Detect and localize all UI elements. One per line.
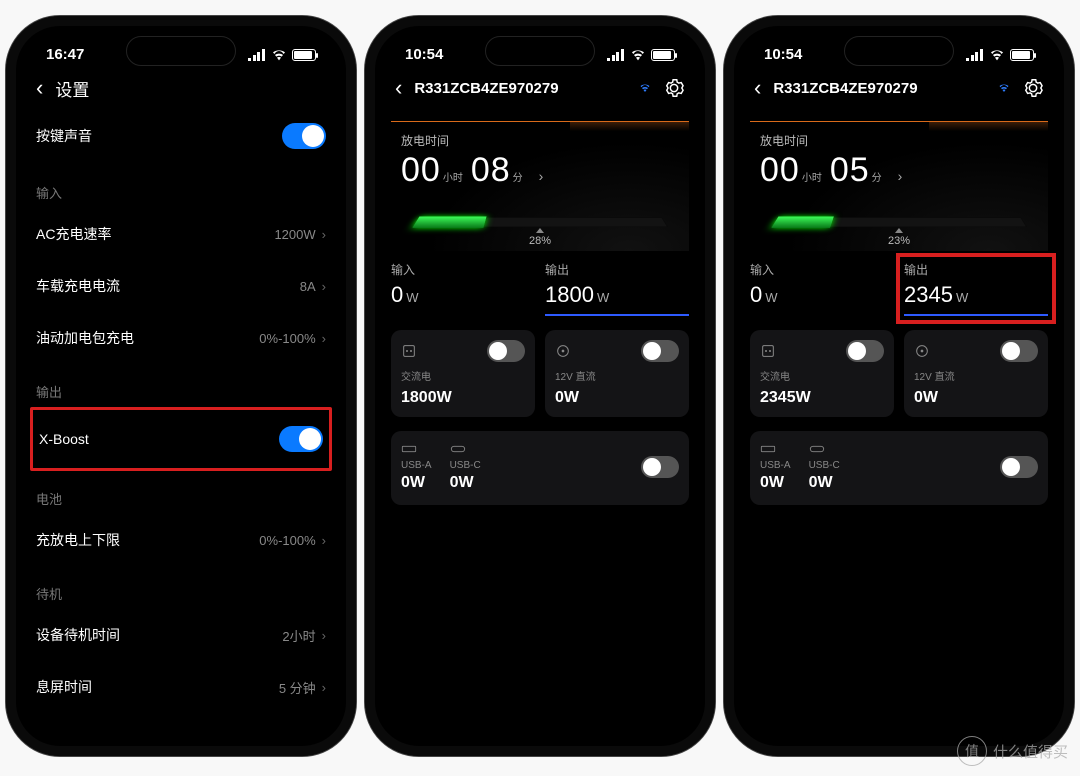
back-icon[interactable]: ‹	[754, 75, 761, 101]
battery-visual	[771, 217, 1027, 227]
highlight-xboost: X-Boost	[30, 407, 332, 471]
back-icon[interactable]: ‹	[36, 75, 43, 101]
section-standby: 待机	[36, 566, 326, 609]
navbar: ‹ R331ZCB4ZE970279	[377, 67, 703, 107]
battery-icon	[651, 49, 675, 61]
car-socket-icon	[914, 343, 930, 359]
toggle-usb[interactable]	[1000, 456, 1038, 478]
plug-icon	[760, 343, 776, 359]
row-xboost[interactable]: X-Boost	[39, 410, 323, 468]
chevron-right-icon: ›	[322, 680, 326, 695]
chevron-right-icon: ›	[322, 227, 326, 242]
usb-c-icon	[450, 441, 466, 457]
battery-visual	[412, 217, 668, 227]
card-dc[interactable]: 12V 直流 0W	[904, 330, 1048, 417]
wifi-icon	[989, 49, 1005, 61]
toggle-dc[interactable]	[641, 340, 679, 362]
notch	[485, 36, 595, 66]
chevron-right-icon: ›	[898, 168, 903, 184]
toggle-dc[interactable]	[1000, 340, 1038, 362]
navbar: ‹ R331ZCB4ZE970279	[736, 67, 1062, 107]
signal-icon	[607, 49, 625, 61]
section-battery: 电池	[36, 471, 326, 514]
toggle-usb[interactable]	[641, 456, 679, 478]
phone-dashboard-a: 10:54 ‹ R331ZCB4ZE970279 放电时间 00小时	[365, 16, 715, 756]
page-title: 设置	[55, 76, 326, 101]
device-name: R331ZCB4ZE970279	[414, 80, 627, 97]
chevron-right-icon: ›	[322, 628, 326, 643]
toggle-sound[interactable]	[282, 123, 326, 149]
card-usb[interactable]: USB-A 0W USB-C 0W	[750, 431, 1048, 505]
toggle-ac[interactable]	[846, 340, 884, 362]
signal-icon	[966, 49, 984, 61]
discharge-label: 放电时间	[391, 122, 689, 151]
usb-a-icon	[401, 441, 417, 457]
usb-a-icon	[760, 441, 776, 457]
phone-dashboard-b: 10:54 ‹ R331ZCB4ZE970279 放电时间 00小时	[724, 16, 1074, 756]
card-usb[interactable]: USB-A 0W USB-C 0W	[391, 431, 689, 505]
row-label: 油动加电包充电	[36, 328, 134, 348]
notch	[844, 36, 954, 66]
wifi-small-icon	[639, 83, 651, 93]
notch	[126, 36, 236, 66]
usb-c-icon	[809, 441, 825, 457]
discharge-timer: 00小时 08分 ›	[391, 151, 689, 190]
watermark-text: 什么值得买	[993, 741, 1068, 762]
gear-icon[interactable]	[663, 77, 685, 99]
battery-icon	[1010, 49, 1034, 61]
watermark-icon: 值	[957, 736, 987, 766]
section-input: 输入	[36, 165, 326, 208]
discharge-hero[interactable]: 放电时间 00小时 08分 › 28%	[391, 121, 689, 251]
chevron-right-icon: ›	[539, 168, 544, 184]
row-charge-limit[interactable]: 充放电上下限 0%-100%›	[36, 514, 326, 566]
card-ac[interactable]: 交流电 2345W	[750, 330, 894, 417]
row-screen-off[interactable]: 息屏时间 5 分钟›	[36, 661, 326, 713]
discharge-hero[interactable]: 放电时间 00小时 05分 › 23%	[750, 121, 1048, 251]
wifi-icon	[630, 49, 646, 61]
phone-settings: 16:47 ‹ 设置 按键声音 输入 AC充电速率 120	[6, 16, 356, 756]
input-box[interactable]: 输入 0W	[750, 261, 894, 316]
row-car-current[interactable]: 车载充电电流 8A›	[36, 260, 326, 312]
battery-icon	[292, 49, 316, 61]
toggle-ac[interactable]	[487, 340, 525, 362]
row-label: AC充电速率	[36, 224, 111, 244]
discharge-label: 放电时间	[750, 122, 1048, 151]
chevron-right-icon: ›	[322, 279, 326, 294]
gear-icon[interactable]	[1022, 77, 1044, 99]
output-box[interactable]: 输出 2345W	[904, 261, 1048, 316]
plug-icon	[401, 343, 417, 359]
navbar: ‹ 设置	[18, 67, 344, 107]
row-button-sound[interactable]: 按键声音	[36, 107, 326, 165]
battery-percent: 23%	[888, 228, 910, 247]
watermark: 值 什么值得买	[957, 736, 1068, 766]
chevron-right-icon: ›	[322, 533, 326, 548]
section-output: 输出	[36, 364, 326, 407]
car-socket-icon	[555, 343, 571, 359]
row-oil-charge[interactable]: 油动加电包充电 0%-100%›	[36, 312, 326, 364]
card-ac[interactable]: 交流电 1800W	[391, 330, 535, 417]
card-dc[interactable]: 12V 直流 0W	[545, 330, 689, 417]
signal-icon	[248, 49, 266, 61]
row-label: X-Boost	[39, 431, 89, 447]
row-label: 充放电上下限	[36, 530, 120, 550]
battery-percent: 28%	[529, 228, 551, 247]
row-device-standby[interactable]: 设备待机时间 2小时›	[36, 609, 326, 661]
discharge-timer: 00小时 05分 ›	[750, 151, 1048, 190]
back-icon[interactable]: ‹	[395, 75, 402, 101]
wifi-small-icon	[998, 83, 1010, 93]
clock: 10:54	[405, 46, 443, 63]
row-label: 息屏时间	[36, 677, 92, 697]
row-ac-rate[interactable]: AC充电速率 1200W›	[36, 208, 326, 260]
wifi-icon	[271, 49, 287, 61]
toggle-xboost[interactable]	[279, 426, 323, 452]
row-label: 车载充电电流	[36, 276, 120, 296]
output-box[interactable]: 输出 1800W	[545, 261, 689, 316]
row-label: 设备待机时间	[36, 625, 120, 645]
clock: 10:54	[764, 46, 802, 63]
clock: 16:47	[46, 46, 84, 63]
chevron-right-icon: ›	[322, 331, 326, 346]
device-name: R331ZCB4ZE970279	[773, 80, 986, 97]
input-box[interactable]: 输入 0W	[391, 261, 535, 316]
row-label: 按键声音	[36, 126, 92, 146]
